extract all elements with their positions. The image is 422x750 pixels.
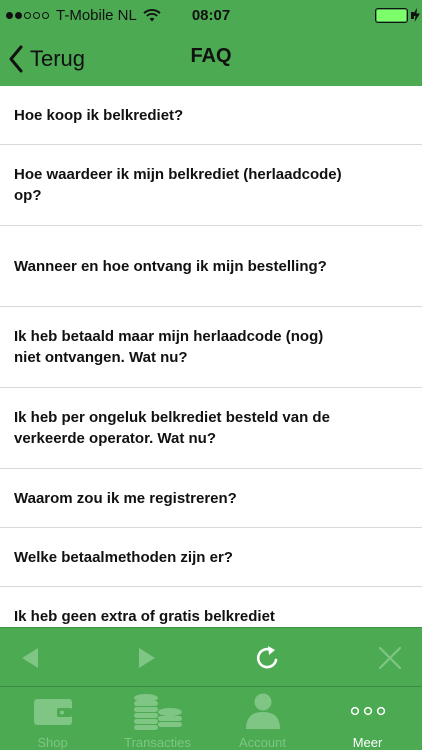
tab-meer[interactable]: Meer <box>315 687 420 750</box>
refresh-button[interactable] <box>243 628 293 687</box>
tab-transacties[interactable]: Transacties <box>105 687 210 750</box>
page-title: FAQ <box>190 45 232 67</box>
tab-label: Meer <box>352 735 383 750</box>
forward-arrow-button[interactable] <box>122 628 172 687</box>
arrow-left-icon <box>22 647 38 668</box>
faq-item[interactable]: Ik heb per ongeluk belkrediet besteld va… <box>0 388 422 469</box>
faq-question: Ik heb per ongeluk belkrediet besteld va… <box>14 409 330 447</box>
arrow-right-icon <box>139 647 155 668</box>
faq-question: Welke betaalmethoden zijn er? <box>14 548 233 566</box>
wallet-icon <box>33 699 72 725</box>
tab-account[interactable]: Account <box>210 687 315 750</box>
navigation-bar: Terug FAQ <box>0 32 422 86</box>
faq-question: Waarom zou ik me registreren? <box>14 489 237 507</box>
browser-toolbar <box>0 627 422 686</box>
back-arrow-button[interactable] <box>5 628 55 687</box>
faq-question: Hoe waardeer ik mijn belkrediet (herlaad… <box>14 166 342 204</box>
charging-icon <box>412 8 420 22</box>
tab-label: Account <box>239 735 286 750</box>
refresh-icon <box>256 645 278 668</box>
user-icon <box>245 693 280 729</box>
status-time: 08:07 <box>191 7 231 24</box>
faq-item[interactable]: Wanneer en hoe ontvang ik mijn bestellin… <box>0 226 422 307</box>
tab-bar: Shop Transacties Account Meer <box>0 686 422 750</box>
faq-item[interactable]: Hoe koop ik belkrediet? <box>0 86 422 145</box>
coins-icon <box>133 694 182 730</box>
faq-item[interactable]: Welke betaalmethoden zijn er? <box>0 528 422 587</box>
faq-question: Wanneer en hoe ontvang ik mijn bestellin… <box>14 257 327 275</box>
faq-item[interactable]: Hoe waardeer ik mijn belkrediet (herlaad… <box>0 145 422 226</box>
more-dots-icon <box>350 706 385 716</box>
tab-label: Shop <box>37 735 68 750</box>
faq-list: Hoe koop ik belkrediet? Hoe waardeer ik … <box>0 86 422 627</box>
tab-shop[interactable]: Shop <box>0 687 105 750</box>
faq-item[interactable]: Waarom zou ik me registreren? <box>0 469 422 528</box>
faq-question: Ik heb geen extra of gratis belkrediet <box>14 607 275 625</box>
header: T-Mobile NL 08:07 Terug FAQ <box>0 0 422 86</box>
faq-item[interactable]: Ik heb geen extra of gratis belkrediet <box>0 587 422 627</box>
tab-label: Transacties <box>124 735 191 750</box>
battery-icon <box>375 8 408 23</box>
faq-question: Ik heb betaald maar mijn herlaadcode (no… <box>14 328 324 366</box>
faq-question: Hoe koop ik belkrediet? <box>14 106 184 124</box>
close-icon <box>378 646 402 669</box>
faq-item[interactable]: Ik heb betaald maar mijn herlaadcode (no… <box>0 307 422 388</box>
close-button[interactable] <box>365 628 415 687</box>
status-bar: T-Mobile NL 08:07 <box>0 0 422 32</box>
